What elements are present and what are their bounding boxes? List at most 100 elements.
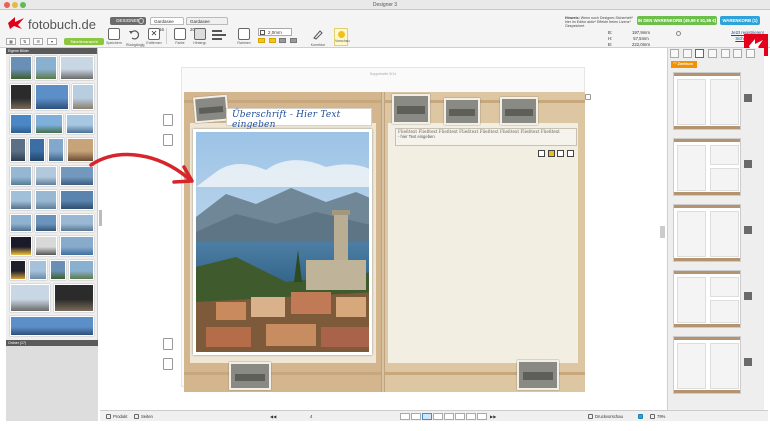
library-photo-thumb[interactable] (60, 214, 94, 232)
delete-tool[interactable]: ✕ Entfernen (146, 28, 162, 46)
pages-button[interactable]: Seiten (134, 413, 153, 420)
page-nav-thumb[interactable] (411, 413, 421, 420)
library-photo-thumb[interactable] (35, 56, 57, 80)
library-photo-thumb[interactable] (69, 260, 94, 280)
layout-tool-icon[interactable] (682, 49, 692, 58)
library-photo-thumb[interactable] (66, 114, 94, 134)
library-photo-thumb[interactable] (54, 284, 94, 312)
library-photo-thumb[interactable] (35, 236, 57, 256)
trash-icon[interactable] (163, 358, 173, 370)
library-photo-thumb[interactable] (29, 260, 47, 280)
panel-splitter-handle[interactable] (99, 210, 102, 226)
first-page-button[interactable]: ◀◀ (270, 413, 276, 420)
page-heading-text[interactable]: Überschrift - Hier Text eingeben (232, 110, 372, 130)
background-tool[interactable]: Hintergr. (192, 28, 208, 46)
library-photo-thumb[interactable] (29, 138, 45, 162)
product-button[interactable]: Produkt (106, 413, 127, 420)
library-photo-thumb[interactable] (10, 56, 32, 80)
vintage-photo[interactable] (500, 97, 538, 125)
layout-template-thumb[interactable] (673, 138, 741, 196)
undo-tool[interactable]: Rückgängig (126, 28, 144, 47)
table-view-button[interactable]: Tabellenansicht (64, 38, 104, 45)
layout-template-thumb[interactable] (673, 336, 741, 394)
gear-icon[interactable] (733, 49, 743, 58)
zoom-out-button[interactable] (638, 413, 645, 420)
preview-tool[interactable]: Vorschau (334, 28, 350, 46)
save-tool[interactable]: Speichern (106, 28, 122, 46)
page-options-icon[interactable] (585, 94, 591, 100)
library-photo-thumb[interactable] (50, 260, 66, 280)
layout-tool-icon[interactable] (708, 49, 718, 58)
tab-project-2[interactable]: Gardasee 2016_2 (186, 17, 228, 32)
page-nav-thumb[interactable] (455, 413, 465, 420)
layout-tool-icon[interactable] (695, 49, 705, 58)
frame-tool[interactable]: Rahmen (236, 28, 252, 46)
library-photo-thumb[interactable] (10, 284, 50, 312)
library-photo-thumb[interactable] (35, 84, 69, 110)
library-photo-thumb[interactable] (72, 84, 94, 110)
star-icon[interactable] (720, 49, 730, 58)
vintage-photo[interactable] (392, 94, 430, 124)
layout-template-thumb[interactable] (673, 72, 741, 130)
library-photo-thumb[interactable] (10, 260, 26, 280)
add-to-cart-button[interactable]: IN DEN WARENKORB (49,99 € 51,95 €) (637, 16, 717, 25)
library-photo-thumb[interactable] (10, 166, 32, 186)
library-photo-thumb[interactable] (10, 316, 94, 336)
tab-layouts-active[interactable]: "" Zentrum (671, 61, 697, 68)
sort-icon[interactable]: ⇅ (19, 38, 30, 45)
page-nav-thumb[interactable] (422, 413, 432, 420)
library-photo-thumb[interactable] (10, 236, 32, 256)
grid-icon[interactable] (538, 150, 545, 157)
library-photo-thumb[interactable] (60, 56, 94, 80)
page-nav-thumb[interactable] (477, 413, 487, 420)
alignment-tool[interactable] (212, 28, 236, 44)
grid-view-icon[interactable]: ▦ (6, 38, 16, 45)
library-photo-thumb[interactable] (35, 190, 57, 210)
image-placeholder-icon[interactable] (163, 114, 173, 126)
panel-scroll-handle[interactable] (660, 226, 665, 238)
correction-tool[interactable]: Korrektur (310, 28, 326, 47)
library-photo-thumb[interactable] (10, 84, 32, 110)
vintage-photo[interactable] (444, 98, 480, 125)
library-photo-thumb[interactable] (10, 114, 32, 134)
clipboard-icon[interactable] (163, 338, 173, 350)
layout-tool-icon[interactable] (670, 49, 679, 58)
color-gray-swatch-2[interactable] (290, 38, 298, 43)
main-photo-frame[interactable] (193, 129, 372, 355)
color-gray-swatch[interactable] (279, 38, 287, 43)
layout-icon[interactable] (547, 150, 555, 157)
vintage-photo[interactable] (192, 94, 230, 124)
library-photo-thumb[interactable] (48, 138, 64, 162)
library-photo-thumb[interactable] (60, 236, 94, 256)
print-preview-button[interactable]: Druckvorschau (588, 413, 623, 420)
library-photo-thumb[interactable] (10, 138, 26, 162)
settings-gear-icon[interactable] (138, 18, 144, 24)
layout-template-thumb[interactable] (673, 204, 741, 262)
page-nav-thumb[interactable] (400, 413, 410, 420)
page-nav-thumb[interactable] (466, 413, 476, 420)
settings-icon[interactable] (557, 150, 565, 157)
zoom-select[interactable]: 79% (650, 413, 665, 420)
filter-icon[interactable] (746, 49, 756, 58)
cart-button[interactable]: WARENKORB (1) (720, 16, 760, 25)
tab-project-1[interactable]: Gardasee 2016 (150, 17, 184, 32)
color-tool[interactable]: Farbe (172, 28, 188, 46)
page-nav-thumb[interactable] (433, 413, 443, 420)
info-icon[interactable] (676, 31, 681, 36)
library-photo-thumb[interactable] (35, 166, 57, 186)
filter-icon[interactable]: ▾ (47, 38, 58, 45)
body-text-box[interactable]: Fließtext Fließtext Fließtext Fließtext … (395, 128, 577, 146)
library-photo-thumb[interactable] (10, 214, 32, 232)
trash-icon[interactable] (567, 150, 575, 157)
library-photo-thumb[interactable] (35, 214, 57, 232)
list-view-icon[interactable]: ☰ (33, 38, 44, 45)
color-yellow-swatch-2[interactable] (268, 38, 276, 43)
library-photo-thumb[interactable] (10, 190, 32, 210)
brand-logo[interactable]: fotobuch.de (6, 13, 106, 35)
stroke-width-field[interactable]: 2,0mm (258, 28, 292, 36)
library-photo-thumb[interactable] (35, 114, 63, 134)
page-nav-thumb[interactable] (444, 413, 454, 420)
layout-template-thumb[interactable] (673, 270, 741, 328)
color-yellow-swatch[interactable] (258, 38, 265, 43)
vintage-photo[interactable] (517, 360, 559, 390)
